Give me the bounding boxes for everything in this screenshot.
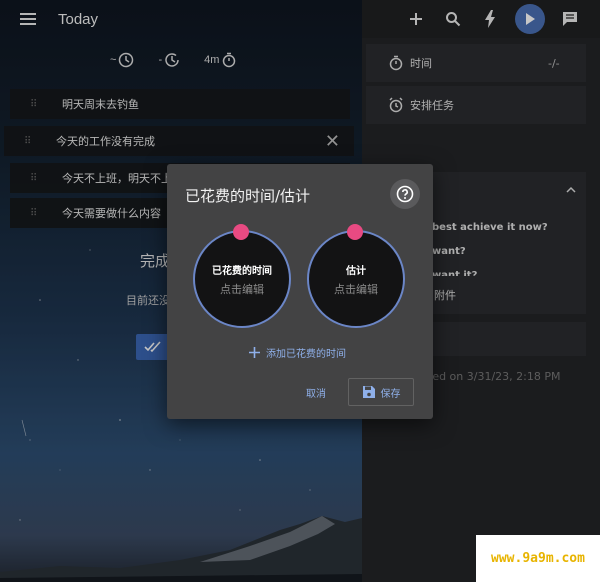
time-spent-dial[interactable]: 已花费的时间 点击编辑 [193,224,291,328]
dialog-title: 已花费的时间/估计 [185,187,311,205]
plus-icon [249,347,260,358]
watermark: www.9a9m.com [476,535,600,582]
dial-handle[interactable] [233,224,249,240]
cancel-button[interactable]: 取消 [306,385,326,400]
dial-handle[interactable] [347,224,363,240]
time-estimate-dialog: 已花费的时间/估计 已花费的时间 点击编辑 估计 点击编辑 添加已花费的时间 取… [167,164,433,419]
help-icon[interactable] [390,179,420,209]
estimate-dial[interactable]: 估计 点击编辑 [307,224,405,328]
save-icon [362,386,375,398]
add-time-spent-button[interactable]: 添加已花费的时间 [249,345,346,360]
save-button[interactable]: 保存 [348,378,414,406]
